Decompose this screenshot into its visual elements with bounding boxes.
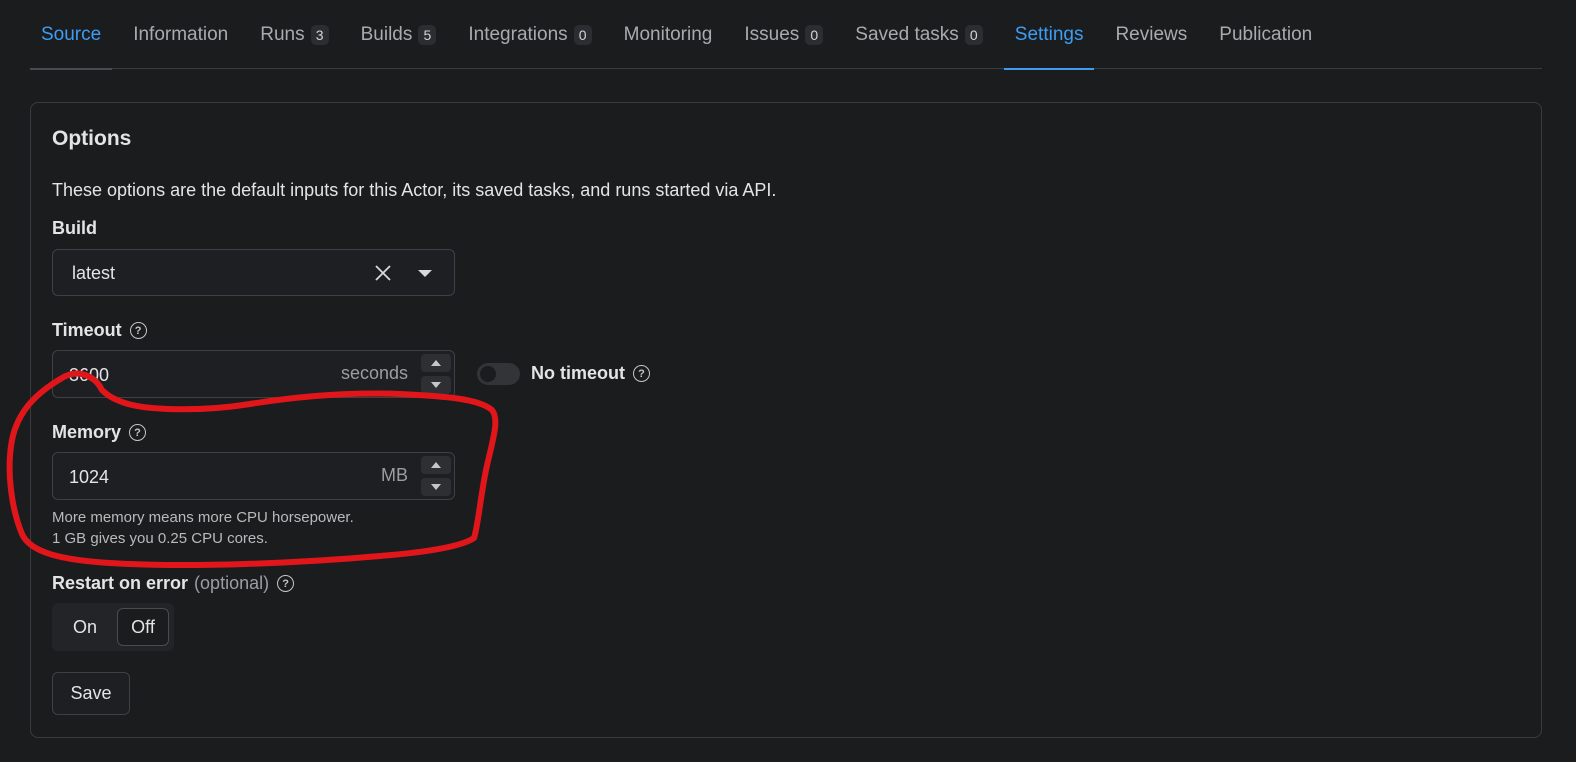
tab-label: Runs (260, 23, 305, 45)
question-circle-icon[interactable]: ? (129, 322, 147, 339)
tab-count-badge: 0 (805, 24, 824, 45)
tab-reviews[interactable]: Reviews (1104, 0, 1198, 69)
tab-runs[interactable]: Runs 3 (249, 0, 339, 69)
memory-field: MB (52, 452, 455, 500)
tab-count-badge: 0 (573, 24, 592, 45)
tab-issues[interactable]: Issues 0 (733, 0, 834, 69)
tab-builds[interactable]: Builds 5 (350, 0, 448, 69)
memory-label: Memory ? (52, 422, 147, 443)
tab-bar: Source Information Runs 3 Builds 5 Integra… (30, 0, 1542, 70)
chevron-up-icon (431, 462, 441, 468)
memory-label-text: Memory (52, 422, 122, 442)
restart-segmented-control: On Off (52, 603, 174, 651)
tab-count-badge: 3 (310, 24, 329, 45)
tab-label: Monitoring (623, 23, 713, 45)
restart-label-text: Restart on error (52, 573, 189, 593)
no-timeout-label: No timeout ? (531, 363, 650, 384)
chevron-down-icon (431, 484, 441, 490)
tab-label: Settings (1014, 23, 1084, 45)
tab-settings[interactable]: Settings (1003, 0, 1095, 70)
memory-hint-line: More memory means more CPU horsepower. (52, 509, 354, 526)
tab-label: Publication (1219, 23, 1313, 45)
tab-label: Saved tasks (855, 23, 959, 45)
restart-off-button[interactable]: Off (117, 608, 169, 646)
tab-saved-tasks[interactable]: Saved tasks 0 (844, 0, 994, 69)
build-value: latest (72, 263, 116, 283)
memory-hint-line: 1 GB gives you 0.25 CPU cores. (52, 530, 268, 547)
question-circle-icon[interactable]: ? (633, 365, 650, 382)
tab-source[interactable]: Source (30, 0, 113, 70)
memory-hint: More memory means more CPU horsepower. 1… (52, 507, 354, 549)
restart-on-button[interactable]: On (57, 608, 113, 646)
timeout-label: Timeout ? (52, 320, 147, 341)
options-description: These options are the default inputs for… (52, 180, 777, 200)
optional-tag: (optional) (194, 573, 270, 593)
memory-decrement-button[interactable] (421, 478, 451, 496)
build-label: Build (52, 218, 97, 239)
tab-label: Source (41, 23, 102, 45)
memory-unit: MB (381, 465, 408, 485)
memory-increment-button[interactable] (421, 456, 451, 474)
tab-label: Information (133, 23, 229, 45)
memory-input[interactable] (67, 463, 311, 491)
timeout-decrement-button[interactable] (421, 376, 451, 394)
timeout-input[interactable] (67, 361, 311, 389)
tab-information[interactable]: Information (122, 0, 239, 69)
tab-label: Integrations (468, 23, 568, 45)
tab-label: Issues (744, 23, 800, 45)
no-timeout-toggle[interactable] (477, 363, 520, 385)
chevron-up-icon (431, 360, 441, 366)
toggle-knob (480, 366, 496, 382)
chevron-down-icon (431, 382, 441, 388)
chevron-down-icon[interactable] (416, 263, 434, 283)
options-title: Options (52, 127, 132, 150)
tab-publication[interactable]: Publication (1208, 0, 1323, 69)
save-button[interactable]: Save (52, 672, 130, 715)
tab-monitoring[interactable]: Monitoring (613, 0, 724, 69)
tab-label: Builds (360, 23, 413, 45)
timeout-field: seconds (52, 350, 455, 398)
tab-label: Reviews (1115, 23, 1188, 45)
restart-label: Restart on error (optional) ? (52, 573, 295, 594)
timeout-increment-button[interactable] (421, 354, 451, 372)
question-circle-icon[interactable]: ? (129, 424, 147, 441)
tab-count-badge: 0 (964, 24, 983, 45)
build-select[interactable]: latest (52, 249, 455, 296)
tab-integrations[interactable]: Integrations 0 (457, 0, 602, 69)
no-timeout-label-text: No timeout (531, 363, 625, 383)
question-circle-icon[interactable]: ? (277, 575, 295, 592)
timeout-label-text: Timeout (52, 320, 122, 340)
build-label-text: Build (52, 218, 97, 238)
close-icon[interactable] (373, 262, 393, 284)
timeout-unit: seconds (340, 363, 408, 383)
tab-count-badge: 5 (418, 24, 437, 45)
